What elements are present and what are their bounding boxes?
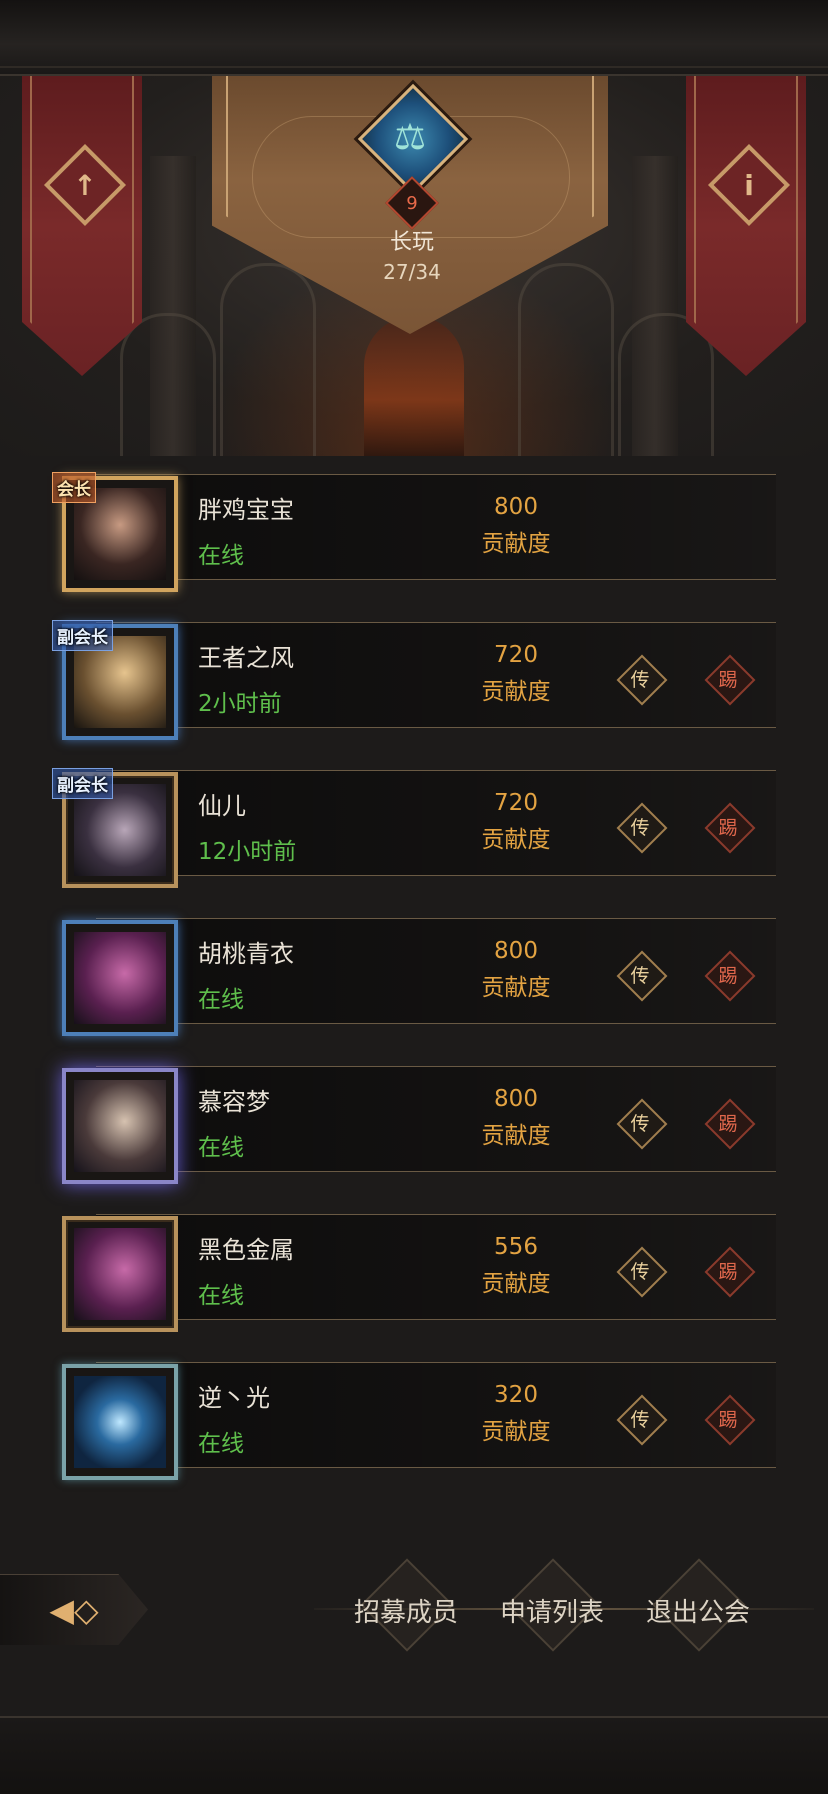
member-row[interactable]: 胡桃青衣 在线 800 贡献度 传 踢	[0, 916, 828, 1036]
contribution-value: 720	[494, 790, 538, 816]
top-bar	[0, 0, 828, 76]
contribution-label: 贡献度	[481, 679, 551, 705]
left-banner[interactable]: ↑	[22, 76, 142, 376]
vice-leader-badge: 副会长	[52, 620, 113, 651]
vice-leader-badge: 副会长	[52, 768, 113, 799]
member-row[interactable]: 副会长 王者之风 2小时前 720 贡献度 传 踢	[0, 620, 828, 740]
guild-emblem[interactable]: ⚖	[357, 83, 469, 195]
kick-button[interactable]: 踢	[704, 1246, 756, 1298]
contribution-value: 320	[494, 1382, 538, 1408]
member-name: 黑色金属	[198, 1236, 294, 1264]
contribution-value: 720	[494, 642, 538, 668]
member-name: 慕容梦	[198, 1088, 270, 1116]
avatar[interactable]	[62, 1216, 178, 1332]
contribution-label: 贡献度	[481, 1123, 551, 1149]
member-status: 12小时前	[198, 839, 297, 865]
footer-bar	[0, 1716, 828, 1794]
contribution-value: 556	[494, 1234, 538, 1260]
contribution-value: 800	[494, 1086, 538, 1112]
avatar[interactable]	[62, 920, 178, 1036]
contribution-label: 贡献度	[481, 1419, 551, 1445]
member-row[interactable]: 副会长 仙儿 12小时前 720 贡献度 传 踢	[0, 768, 828, 888]
kick-button[interactable]: 踢	[704, 1098, 756, 1150]
right-banner[interactable]: i	[686, 76, 806, 376]
kick-button[interactable]: 踢	[704, 654, 756, 706]
kick-button[interactable]: 踢	[704, 802, 756, 854]
member-row[interactable]: 慕容梦 在线 800 贡献度 传 踢	[0, 1064, 828, 1184]
application-list-button[interactable]: 申请列表	[486, 1558, 618, 1652]
avatar[interactable]	[62, 1364, 178, 1480]
transfer-button[interactable]: 传	[616, 802, 668, 854]
transfer-button[interactable]: 传	[616, 950, 668, 1002]
member-status: 在线	[198, 1135, 244, 1161]
transfer-button[interactable]: 传	[616, 1098, 668, 1150]
back-button[interactable]: ◀◇	[0, 1574, 148, 1645]
bottom-action-bar: ◀◇ 招募成员 申请列表 退出公会	[0, 1556, 828, 1686]
member-name: 胖鸡宝宝	[198, 496, 294, 524]
guild-name: 长玩	[389, 230, 434, 255]
contribution-value: 800	[494, 938, 538, 964]
member-name: 王者之风	[198, 644, 294, 672]
member-name: 胡桃青衣	[198, 940, 294, 968]
leader-badge: 会长	[52, 472, 96, 503]
member-row[interactable]: 逆丶光 在线 320 贡献度 传 踢	[0, 1360, 828, 1480]
member-name: 逆丶光	[198, 1384, 270, 1412]
member-status: 在线	[198, 543, 244, 569]
contribution-label: 贡献度	[481, 531, 551, 557]
info-icon: i	[707, 143, 791, 227]
contribution-label: 贡献度	[481, 827, 551, 853]
leave-guild-button[interactable]: 退出公会	[632, 1558, 764, 1652]
kick-button[interactable]: 踢	[704, 950, 756, 1002]
contribution-label: 贡献度	[481, 975, 551, 1001]
avatar[interactable]	[62, 1068, 178, 1184]
member-status: 在线	[198, 1283, 244, 1309]
transfer-button[interactable]: 传	[616, 654, 668, 706]
back-arrow-icon: ◀◇	[49, 1591, 99, 1629]
kick-button[interactable]: 踢	[704, 1394, 756, 1446]
member-status: 在线	[198, 987, 244, 1013]
up-arrow-icon: ↑	[43, 143, 127, 227]
member-row[interactable]: 会长 胖鸡宝宝 在线 800 贡献度	[0, 472, 828, 592]
transfer-button[interactable]: 传	[616, 1246, 668, 1298]
contribution-value: 800	[494, 494, 538, 520]
member-status: 2小时前	[198, 691, 282, 717]
member-count: 27/34	[383, 260, 441, 284]
transfer-button[interactable]: 传	[616, 1394, 668, 1446]
recruit-members-button[interactable]: 招募成员	[340, 1558, 472, 1652]
member-status: 在线	[198, 1431, 244, 1457]
member-row[interactable]: 黑色金属 在线 556 贡献度 传 踢	[0, 1212, 828, 1332]
contribution-label: 贡献度	[481, 1271, 551, 1297]
member-name: 仙儿	[198, 792, 246, 820]
guild-level: 9	[406, 192, 418, 214]
scales-figure-icon: ⚖	[393, 116, 427, 158]
